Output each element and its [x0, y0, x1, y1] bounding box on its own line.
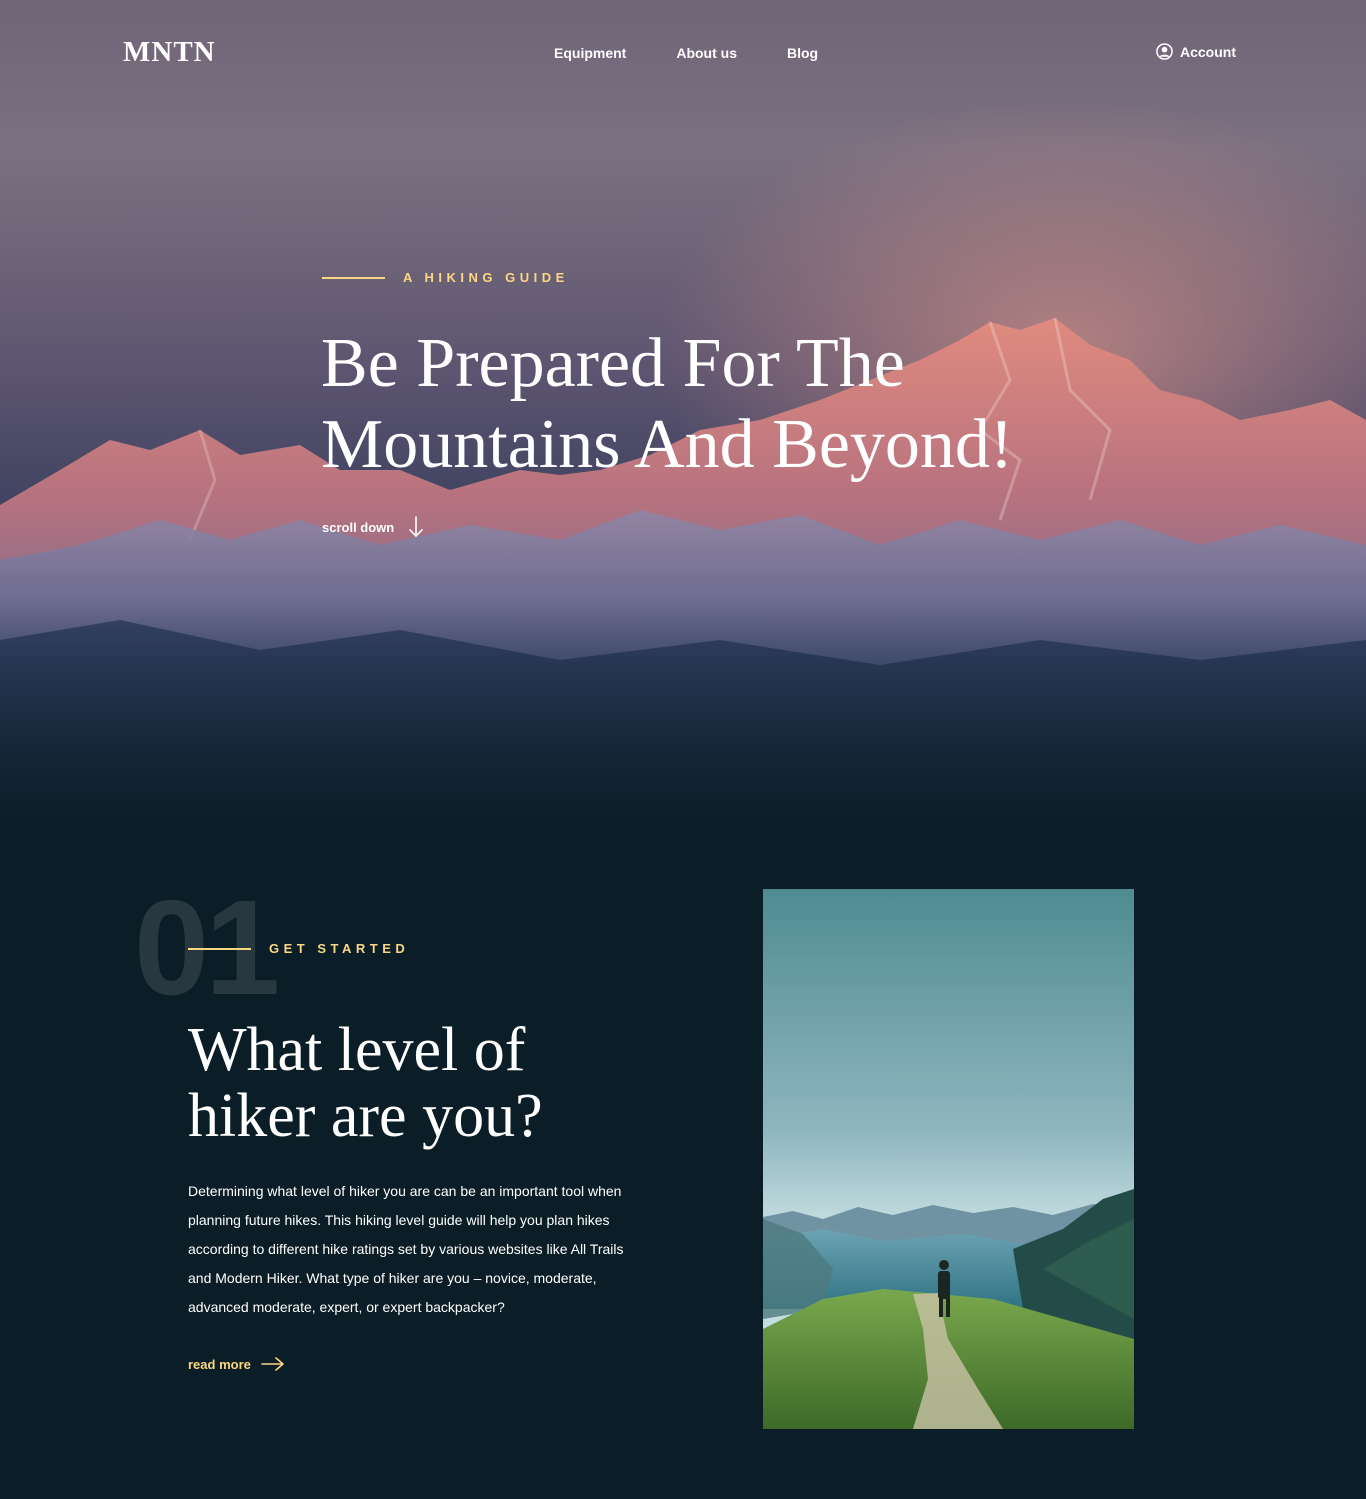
user-circle-icon [1156, 43, 1173, 60]
read-more-label: read more [188, 1356, 251, 1372]
nav-link-about-us[interactable]: About us [676, 45, 737, 61]
nav-links: Equipment About us Blog [554, 45, 818, 61]
hero-title: Be Prepared For The Mountains And Beyond… [321, 325, 1014, 483]
nav-link-blog[interactable]: Blog [787, 45, 818, 61]
section-title: What level of hiker are you? [188, 1016, 543, 1150]
hero-eyebrow-text: A HIKING GUIDE [403, 270, 569, 285]
section-eyebrow: GET STARTED [188, 941, 409, 956]
scroll-down-link[interactable]: scroll down [322, 516, 424, 538]
arrow-right-icon [261, 1357, 284, 1371]
section-eyebrow-text: GET STARTED [269, 941, 410, 956]
account-label: Account [1180, 43, 1236, 60]
top-navigation: MNTN Equipment About us Blog Account [0, 0, 1366, 110]
logo[interactable]: MNTN [123, 36, 216, 69]
account-button[interactable]: Account [1156, 43, 1236, 60]
arrow-down-icon [409, 516, 424, 537]
eyebrow-line [188, 947, 251, 950]
eyebrow-line [322, 276, 385, 279]
read-more-link[interactable]: read more [188, 1356, 285, 1372]
hero-eyebrow: A HIKING GUIDE [322, 270, 569, 285]
scroll-down-label: scroll down [322, 519, 395, 535]
hiker-photo [763, 889, 1134, 1429]
nav-link-equipment[interactable]: Equipment [554, 45, 626, 61]
section-body: Determining what level of hiker you are … [188, 1183, 624, 1315]
